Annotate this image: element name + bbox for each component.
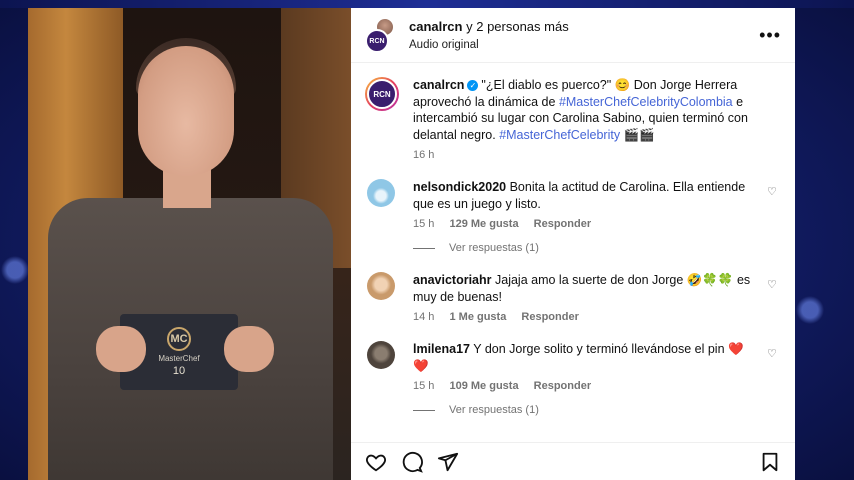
comment-avatar[interactable] [367, 272, 395, 300]
bookmark-icon[interactable] [759, 451, 781, 473]
heart-icon[interactable]: ♡ [767, 347, 779, 360]
card-number: 10 [172, 365, 186, 377]
caption: RCN canalrcn ✓ "¿El diablo es puerco?" 😊 D… [365, 77, 779, 161]
share-icon[interactable] [437, 451, 459, 473]
background-band [0, 0, 854, 8]
more-icon[interactable]: ••• [759, 25, 781, 46]
header-avatar: RCN [365, 29, 389, 53]
comment-username[interactable]: anavictoriahr [413, 273, 492, 287]
header-others[interactable]: y 2 personas más [466, 19, 569, 34]
presenter-head [138, 46, 234, 176]
comment-meta: 14 h 1 Me gusta Responder [413, 311, 579, 323]
caption-text: canalrcn ✓ "¿El diablo es puerco?" 😊 Don J… [413, 78, 748, 142]
comment-meta: 15 h 109 Me gusta Responder [413, 380, 592, 392]
hashtag-link[interactable]: #MasterChefCelebrity [499, 128, 620, 142]
masterchef-logo-icon: MC [167, 327, 191, 351]
caption-avatar[interactable]: RCN [365, 77, 399, 111]
comment-avatar[interactable] [367, 341, 395, 369]
comment-item: lmilena17 Y don Jorge solito y terminó l… [365, 341, 779, 392]
header-title[interactable]: canalrcn y 2 personas más [409, 19, 759, 34]
heart-icon[interactable] [365, 451, 387, 473]
comments-panel: RCN canalrcn y 2 personas más Audio orig… [351, 8, 795, 480]
reply-button[interactable]: Responder [534, 218, 591, 230]
reply-button[interactable]: Responder [521, 311, 578, 323]
replies-line [413, 247, 435, 249]
comment-username[interactable]: nelsondick2020 [413, 180, 506, 194]
caption-meta: 16 h [413, 149, 779, 161]
heart-icon[interactable]: ♡ [767, 185, 779, 198]
comment-username[interactable]: lmilena17 [413, 342, 470, 356]
replies-line [413, 409, 435, 411]
comment-avatar[interactable] [367, 179, 395, 207]
comment-item: nelsondick2020 Bonita la actitud de Caro… [365, 179, 779, 230]
comment-item: anavictoriahr Jajaja amo la suerte de do… [365, 272, 779, 323]
presenter-hand-right [224, 326, 274, 372]
reply-button[interactable]: Responder [534, 380, 591, 392]
comment-likes[interactable]: 129 Me gusta [449, 218, 518, 230]
action-bar [351, 442, 795, 480]
comment-meta: 15 h 129 Me gusta Responder [413, 218, 592, 230]
caption-time: 16 h [413, 149, 435, 161]
header-username[interactable]: canalrcn [409, 19, 462, 34]
header-text: canalrcn y 2 personas más Audio original [409, 19, 759, 51]
heart-icon[interactable]: ♡ [767, 278, 779, 291]
presenter-hand-left [96, 326, 146, 372]
post-header: RCN canalrcn y 2 personas más Audio orig… [351, 8, 795, 63]
view-replies[interactable]: Ver respuestas (1) [413, 242, 779, 254]
comment-icon[interactable] [401, 451, 423, 473]
caption-username[interactable]: canalrcn [413, 78, 464, 92]
header-avatars[interactable]: RCN [365, 15, 395, 55]
hashtag-link[interactable]: #MasterChefCelebrityColombia [559, 95, 733, 109]
verified-icon: ✓ [467, 80, 479, 92]
card-text: MasterChef [158, 354, 200, 363]
view-replies[interactable]: Ver respuestas (1) [413, 404, 779, 416]
comments-list[interactable]: RCN canalrcn ✓ "¿El diablo es puerco?" 😊 D… [351, 63, 795, 442]
instagram-post: MC MasterChef 10 RCN canalrcn y 2 person… [28, 8, 795, 480]
video-player[interactable]: MC MasterChef 10 [28, 8, 351, 480]
audio-label[interactable]: Audio original [409, 39, 759, 51]
comment-likes[interactable]: 1 Me gusta [449, 311, 506, 323]
comment-likes[interactable]: 109 Me gusta [449, 380, 518, 392]
